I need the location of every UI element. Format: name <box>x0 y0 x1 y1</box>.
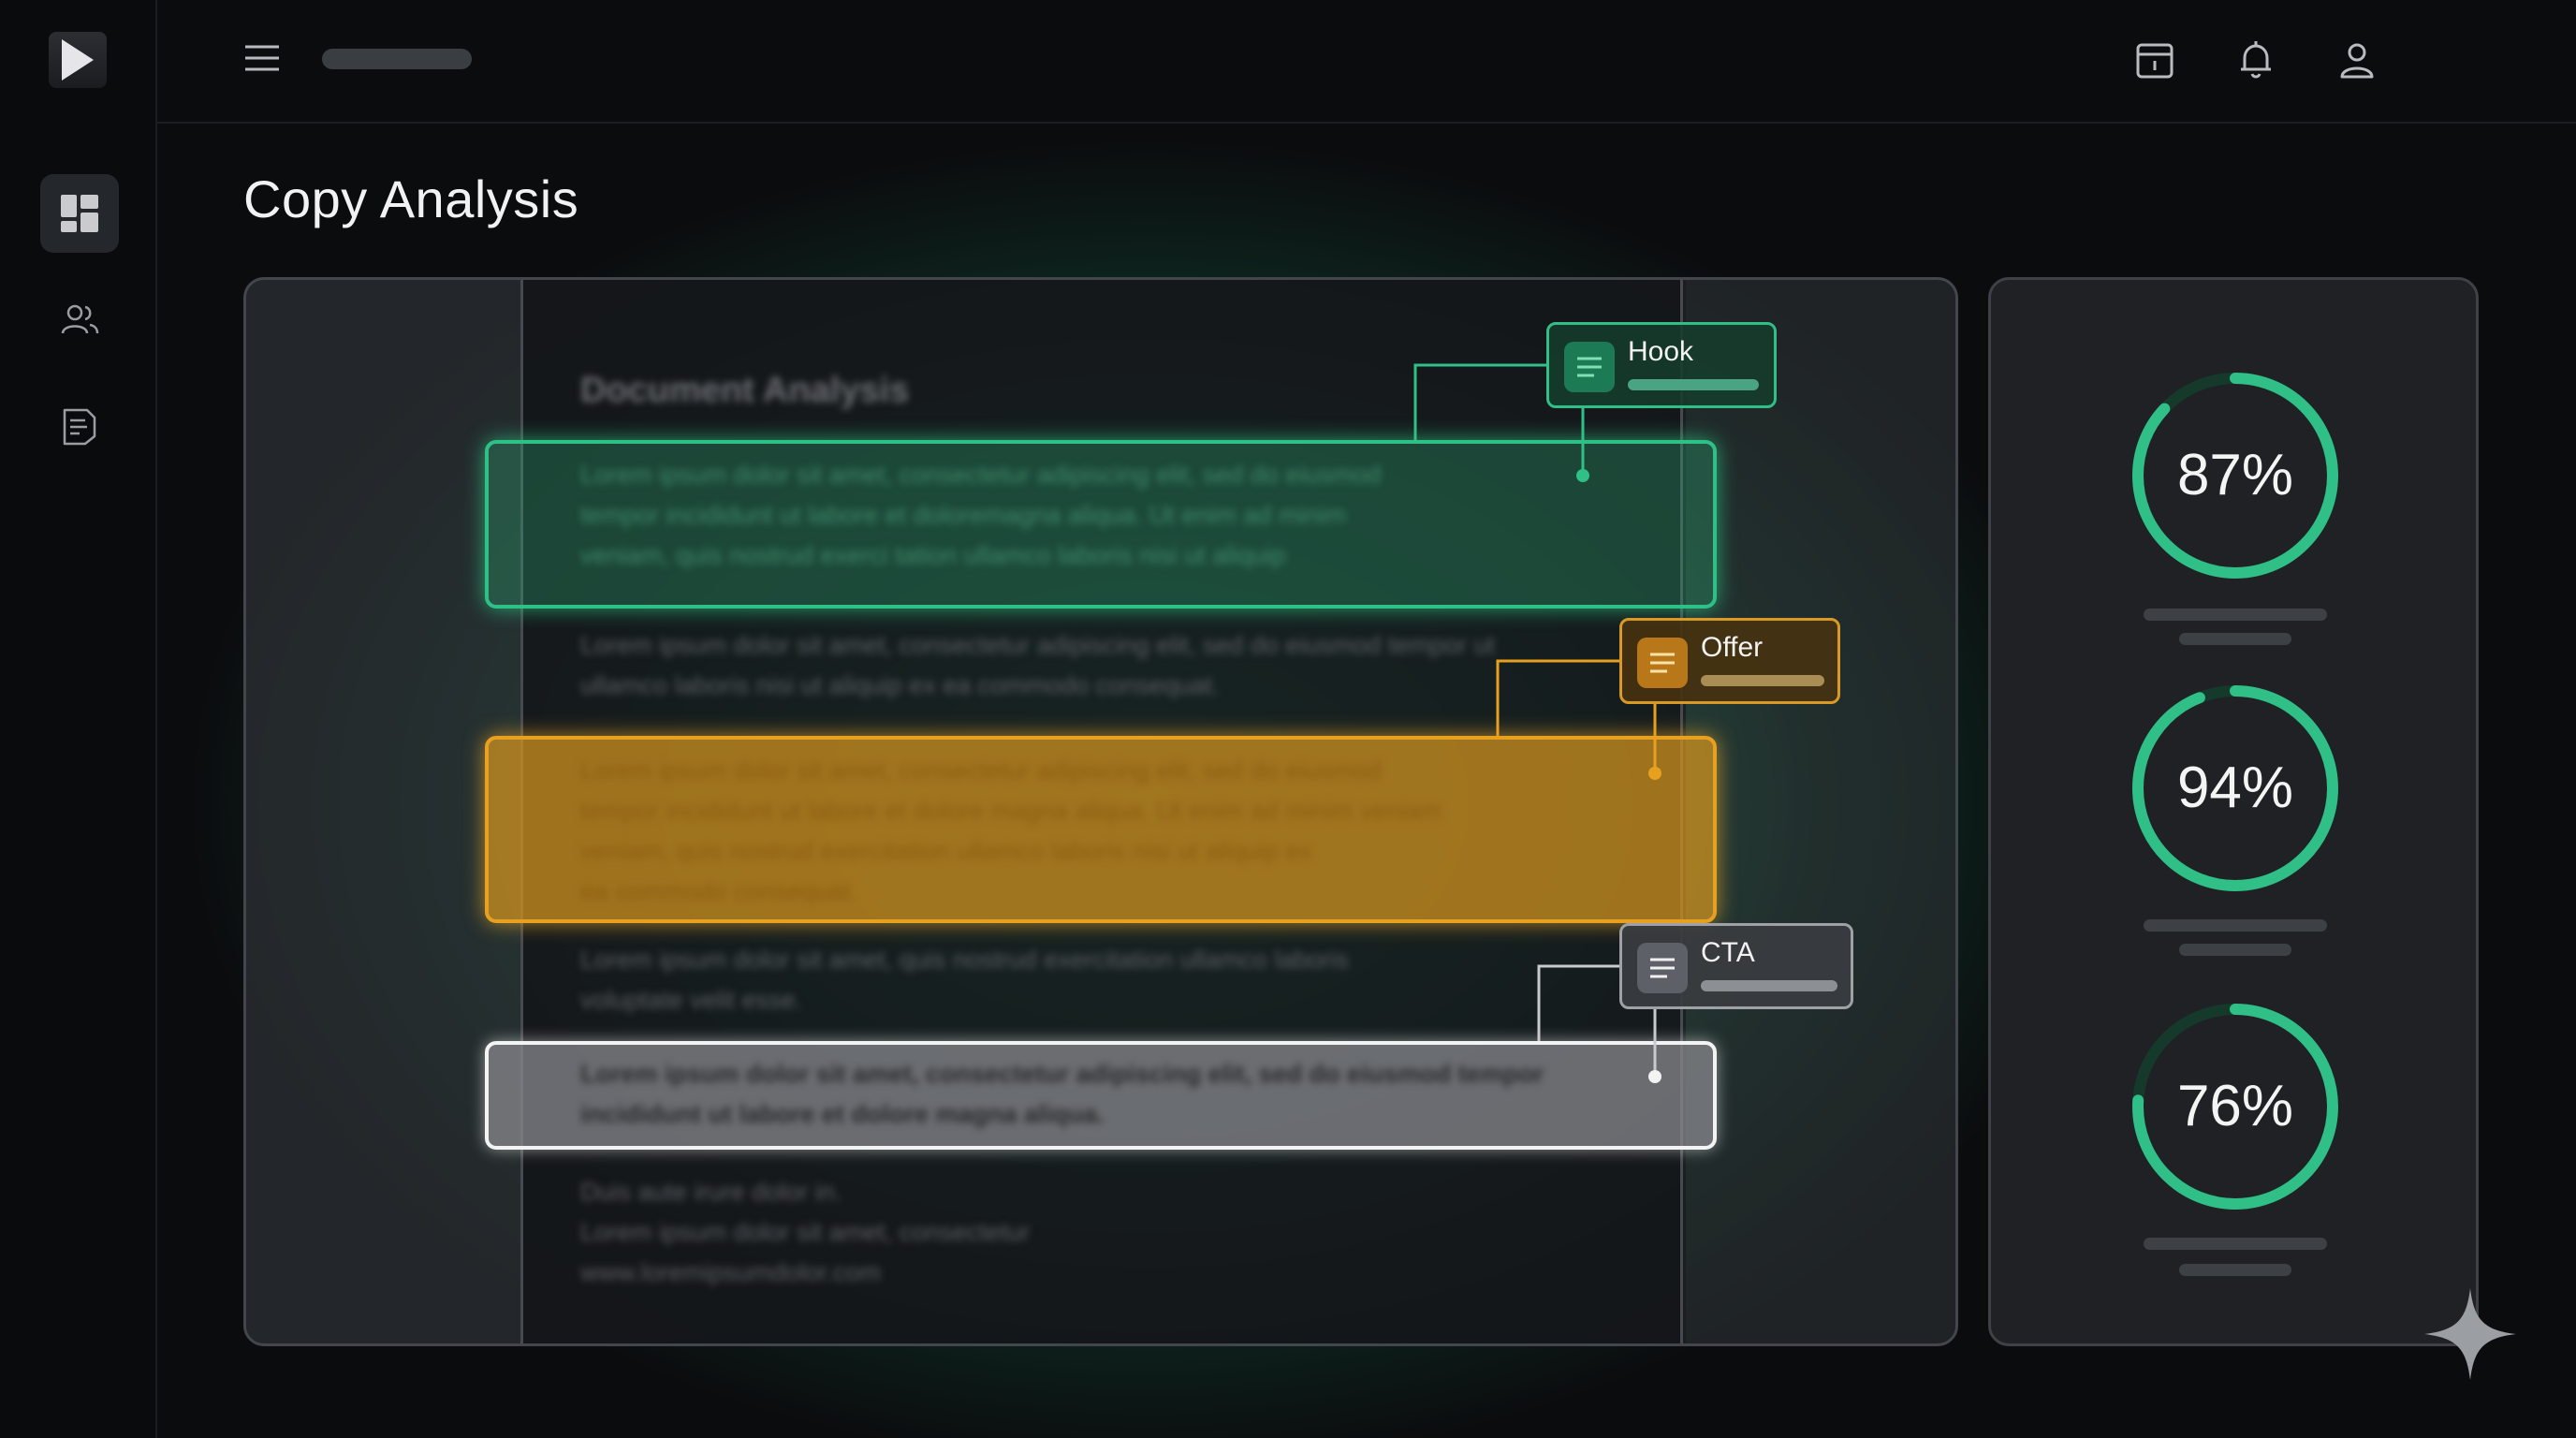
score-ring-3: 76% <box>2127 998 2344 1215</box>
score-caption-bar <box>2179 1264 2291 1276</box>
score-ring-1: 87% <box>2127 367 2344 584</box>
score-caption-bar <box>2179 633 2291 645</box>
score-caption-bar <box>2144 919 2327 932</box>
lines-icon <box>1564 342 1615 392</box>
tag-hook-label: Hook <box>1628 336 1694 367</box>
app-window: Copy Analysis Document Analysis Lorem ip… <box>0 0 2576 1438</box>
tag-hook-bar <box>1628 379 1759 390</box>
score-value-2: 94% <box>2176 756 2294 820</box>
tag-cta[interactable]: CTA <box>1619 923 1853 1009</box>
tag-offer-label: Offer <box>1701 632 1764 663</box>
tag-offer-bar <box>1701 675 1824 686</box>
tag-hook[interactable]: Hook <box>1546 322 1777 408</box>
score-caption-bar <box>2179 944 2291 956</box>
score-value-3: 76% <box>2176 1074 2294 1138</box>
lines-icon <box>1637 638 1688 688</box>
score-value-1: 87% <box>2176 443 2294 507</box>
tag-offer[interactable]: Offer <box>1619 618 1840 704</box>
score-caption-bar <box>2144 1238 2327 1250</box>
score-ring-2: 94% <box>2127 680 2344 897</box>
score-caption-bar <box>2144 609 2327 621</box>
sparkle-icon <box>2424 1288 2516 1380</box>
tag-cta-bar <box>1701 980 1837 991</box>
tag-cta-label: CTA <box>1701 937 1755 968</box>
lines-icon <box>1637 943 1688 993</box>
